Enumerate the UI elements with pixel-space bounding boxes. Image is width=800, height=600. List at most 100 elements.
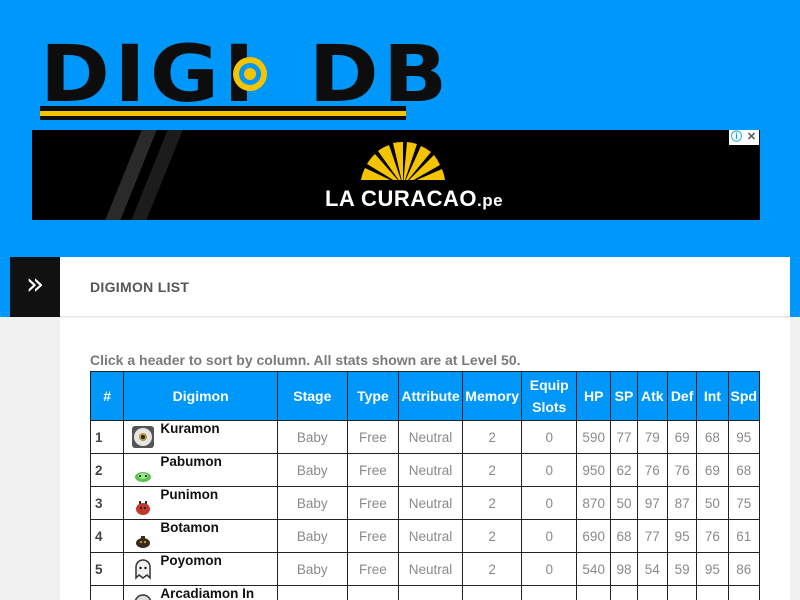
digimon-name-link[interactable]: Arcadiamon In [160, 587, 254, 600]
cell-attribute: Neutral [398, 519, 463, 553]
info-icon[interactable]: ⓘ [729, 130, 744, 145]
kuramon-sprite-icon [132, 426, 155, 448]
column-header-attribute[interactable]: Attribute [398, 371, 463, 421]
cell-digimon[interactable]: Kuramon [123, 420, 278, 454]
digimon-name-link[interactable]: Punimon [160, 488, 218, 503]
section-header: » DIGIMON LIST [10, 257, 790, 317]
cell-def [666, 585, 698, 600]
cell-def: 69 [666, 420, 698, 454]
cell-memory: 2 [461, 453, 523, 487]
column-header-hp[interactable]: HP [576, 371, 612, 421]
digimon-table: # Digimon Stage Type Attribute Memory Eq… [89, 371, 761, 600]
cell-atk: 79 [636, 420, 668, 454]
logo-target-icon [233, 57, 267, 91]
arcadiamon-sprite-icon [135, 594, 152, 600]
main-content: Click a header to sort by column. All st… [60, 318, 790, 600]
cell-atk: 76 [636, 453, 668, 487]
digimon-name-link[interactable]: Poyomon [160, 554, 222, 569]
cell-sp: 98 [610, 552, 638, 586]
cell-num: 3 [89, 486, 125, 520]
cell-stage: Baby [276, 453, 348, 487]
cell-digimon[interactable]: Punimon [123, 486, 278, 520]
cell-hp: 540 [576, 552, 612, 586]
logo-underline [40, 106, 406, 120]
column-header-stage[interactable]: Stage [276, 371, 348, 421]
digimon-name-link[interactable]: Pabumon [160, 455, 222, 470]
cell-hp: 590 [576, 420, 612, 454]
sun-fan-icon [359, 141, 447, 186]
cell-memory: 2 [461, 420, 523, 454]
ad-brand-text: LA CURACAO.pe [324, 186, 504, 212]
ad-brand-name: LA CURACAO [324, 186, 477, 211]
cell-stage: Baby [276, 420, 348, 454]
table-row: Arcadiamon In [89, 585, 761, 600]
cell-type: Free [346, 453, 400, 487]
cell-digimon[interactable]: Arcadiamon In [123, 585, 278, 600]
cell-equip-slots: 0 [521, 453, 578, 487]
pabumon-sprite-icon [135, 472, 152, 482]
column-header-num[interactable]: # [89, 371, 125, 421]
cell-memory [461, 585, 523, 600]
cell-hp: 870 [576, 486, 612, 520]
column-header-digimon[interactable]: Digimon [123, 371, 278, 421]
cell-def: 59 [666, 552, 698, 586]
cell-equip-slots [521, 585, 578, 600]
column-header-def[interactable]: Def [666, 371, 698, 421]
column-header-equip-line1: Equip [529, 377, 569, 393]
cell-atk: 54 [636, 552, 668, 586]
cell-int: 69 [696, 453, 729, 487]
cell-atk: 77 [636, 519, 668, 553]
cell-num: 2 [89, 453, 125, 487]
site-logo[interactable]: DIGI DB [40, 36, 447, 120]
cell-attribute: Neutral [398, 420, 463, 454]
digimon-name-link[interactable]: Kuramon [160, 422, 219, 437]
cell-digimon[interactable]: Poyomon [123, 552, 278, 586]
digimon-name-link[interactable]: Botamon [160, 521, 219, 536]
cell-spd: 86 [727, 552, 761, 586]
column-header-equip-slots[interactable]: Equip Slots [521, 371, 578, 421]
cell-attribute: Neutral [398, 486, 463, 520]
cell-num [89, 585, 125, 600]
cell-int [696, 585, 729, 600]
column-header-atk[interactable]: Atk [636, 371, 668, 421]
close-icon[interactable]: ✕ [744, 130, 759, 145]
cell-stage: Baby [276, 519, 348, 553]
cell-type: Free [346, 420, 400, 454]
cell-def: 87 [666, 486, 698, 520]
cell-digimon[interactable]: Pabumon [123, 453, 278, 487]
cell-sp: 50 [610, 486, 638, 520]
column-header-spd[interactable]: Spd [727, 371, 761, 421]
cell-stage [276, 585, 348, 600]
cell-spd: 75 [727, 486, 761, 520]
cell-equip-slots: 0 [521, 420, 578, 454]
table-row: 1 Kuramon Baby Free Neutral 2 0 590 77 7… [89, 420, 761, 454]
cell-sp: 62 [610, 453, 638, 487]
cell-hp: 690 [576, 519, 612, 553]
sort-hint: Click a header to sort by column. All st… [90, 352, 521, 368]
cell-attribute: Neutral [398, 552, 463, 586]
cell-int: 76 [696, 519, 729, 553]
cell-num: 4 [89, 519, 125, 553]
column-header-sp[interactable]: SP [610, 371, 638, 421]
cell-num: 5 [89, 552, 125, 586]
column-header-type[interactable]: Type [346, 371, 400, 421]
cell-stage: Baby [276, 486, 348, 520]
cell-digimon[interactable]: Botamon [123, 519, 278, 553]
table-row: 2 Pabumon Baby Free Neutral 2 0 950 62 7… [89, 453, 761, 487]
column-header-int[interactable]: Int [696, 371, 729, 421]
ad-banner[interactable]: LA CURACAO.pe ⓘ ✕ [32, 130, 760, 220]
table-row: 4 Botamon Baby Free Neutral 2 0 690 68 7… [89, 519, 761, 553]
cell-attribute: Neutral [398, 453, 463, 487]
cell-def: 76 [666, 453, 698, 487]
column-header-memory[interactable]: Memory [461, 371, 523, 421]
cell-def: 95 [666, 519, 698, 553]
cell-type [346, 585, 400, 600]
double-chevron-right-icon[interactable]: » [10, 257, 60, 317]
cell-memory: 2 [461, 552, 523, 586]
cell-atk: 97 [636, 486, 668, 520]
cell-sp: 68 [610, 519, 638, 553]
cell-type: Free [346, 519, 400, 553]
cell-stage: Baby [276, 552, 348, 586]
ad-brand-tld: .pe [477, 191, 504, 210]
cell-spd [727, 585, 761, 600]
